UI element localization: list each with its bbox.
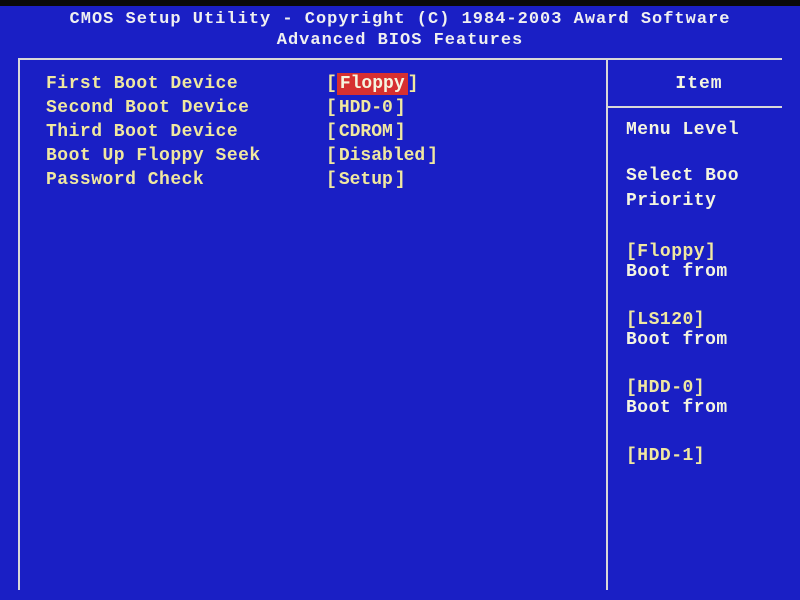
setting-third-boot-device[interactable]: Third Boot Device [CDROM]	[46, 122, 596, 142]
panel-divider	[608, 106, 782, 108]
help-text: Select Boo Priority	[626, 164, 772, 214]
header-copyright: CMOS Setup Utility - Copyright (C) 1984-…	[0, 10, 800, 29]
option-desc: Boot from	[626, 398, 772, 418]
item-help-title: Item	[626, 74, 772, 94]
option-desc: Boot from	[626, 330, 772, 350]
item-help-panel: Item Menu Level Select Boo Priority [Flo…	[608, 60, 782, 590]
option-name: [HDD-0]	[626, 378, 772, 398]
boot-option-hdd-1: [HDD-1]	[626, 446, 772, 466]
boot-option-floppy: [Floppy] Boot from	[626, 242, 772, 282]
option-name: [LS120]	[626, 310, 772, 330]
option-name: [Floppy]	[626, 242, 772, 262]
setting-value: [Floppy]	[326, 74, 418, 94]
boot-option-hdd-0: [HDD-0] Boot from	[626, 378, 772, 418]
setting-value: [HDD-0]	[326, 98, 406, 118]
setting-label: Third Boot Device	[46, 122, 326, 142]
option-desc: Boot from	[626, 262, 772, 282]
setting-password-check[interactable]: Password Check [Setup]	[46, 170, 596, 190]
setting-label: Password Check	[46, 170, 326, 190]
setting-second-boot-device[interactable]: Second Boot Device [HDD-0]	[46, 98, 596, 118]
setting-label: First Boot Device	[46, 74, 326, 94]
header-section-title: Advanced BIOS Features	[0, 31, 800, 50]
bios-header: CMOS Setup Utility - Copyright (C) 1984-…	[0, 0, 800, 58]
setting-first-boot-device[interactable]: First Boot Device [Floppy]	[46, 74, 596, 94]
bios-main-area: First Boot Device [Floppy] Second Boot D…	[18, 58, 782, 590]
setting-value: [Disabled]	[326, 146, 438, 166]
option-name: [HDD-1]	[626, 446, 772, 466]
setting-label: Second Boot Device	[46, 98, 326, 118]
settings-panel: First Boot Device [Floppy] Second Boot D…	[18, 60, 608, 590]
boot-option-ls120: [LS120] Boot from	[626, 310, 772, 350]
setting-value: [Setup]	[326, 170, 406, 190]
setting-boot-up-floppy-seek[interactable]: Boot Up Floppy Seek [Disabled]	[46, 146, 596, 166]
setting-label: Boot Up Floppy Seek	[46, 146, 326, 166]
setting-value: [CDROM]	[326, 122, 406, 142]
menu-level-label: Menu Level	[626, 120, 772, 140]
